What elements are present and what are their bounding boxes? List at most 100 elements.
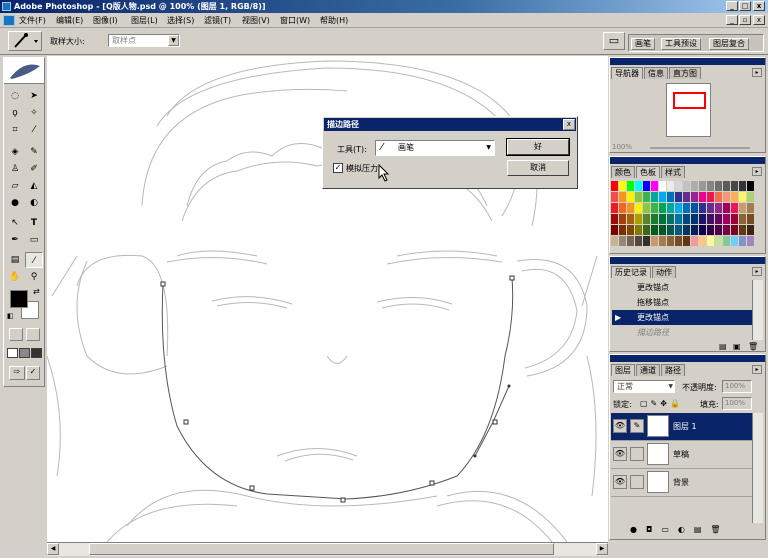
jump-to-imageready-icon[interactable]: ⇨	[9, 366, 25, 380]
doc-minimize-button[interactable]: _	[726, 15, 738, 25]
doc-close-button[interactable]: x	[753, 15, 765, 25]
scroll-thumb[interactable]	[89, 543, 554, 555]
layer-name[interactable]: 背景	[673, 469, 689, 497]
scroll-right-icon[interactable]: ▶	[596, 543, 608, 555]
color-swatch[interactable]	[699, 192, 706, 202]
color-swatch[interactable]	[611, 225, 618, 235]
tab-info[interactable]: 信息	[644, 67, 668, 79]
panel-titlebar[interactable]	[610, 58, 765, 65]
color-swatch[interactable]	[723, 181, 730, 191]
eye-icon[interactable]: 👁	[613, 475, 627, 489]
color-swatch[interactable]	[739, 203, 746, 213]
color-swatch[interactable]	[691, 203, 698, 213]
new-layer-icon[interactable]: ▤	[694, 525, 711, 534]
color-swatch[interactable]	[619, 214, 626, 224]
color-swatch[interactable]	[643, 214, 650, 224]
blur-tool-icon[interactable]: ●	[6, 195, 24, 211]
color-swatch[interactable]	[731, 192, 738, 202]
color-swatch[interactable]	[635, 203, 642, 213]
color-swatch[interactable]	[707, 236, 714, 246]
eyedropper-tool-icon[interactable]: ⁄	[25, 252, 43, 268]
color-swatch[interactable]	[731, 181, 738, 191]
type-tool-icon[interactable]: T	[25, 215, 43, 231]
color-swatch[interactable]	[619, 225, 626, 235]
full-screen-menu-mode-icon[interactable]	[19, 348, 30, 358]
color-swatch[interactable]	[715, 181, 722, 191]
panel-titlebar[interactable]	[610, 257, 765, 264]
history-item-selected[interactable]: ▶ 更改锚点	[612, 310, 755, 325]
tab-swatches[interactable]: 色板	[636, 166, 660, 178]
color-swatch[interactable]	[739, 236, 746, 246]
quick-mask-mode-icon[interactable]	[26, 328, 40, 341]
color-swatch[interactable]	[723, 236, 730, 246]
adobe-online-feather-icon[interactable]	[4, 58, 44, 84]
color-swatch[interactable]	[683, 192, 690, 202]
ok-button[interactable]: 好	[506, 138, 570, 156]
color-swatch[interactable]	[635, 225, 642, 235]
color-swatch[interactable]	[715, 192, 722, 202]
color-swatch[interactable]	[707, 181, 714, 191]
color-swatch[interactable]	[683, 214, 690, 224]
color-swatch[interactable]	[747, 214, 754, 224]
full-screen-mode-icon[interactable]	[31, 348, 42, 358]
color-swatch[interactable]	[651, 236, 658, 246]
color-swatch[interactable]	[635, 236, 642, 246]
pen-tool-icon[interactable]: ✒	[6, 232, 24, 248]
history-item-undone[interactable]: 描边路径	[612, 325, 755, 340]
eraser-tool-icon[interactable]: ▱	[6, 178, 24, 194]
color-swatch[interactable]	[715, 214, 722, 224]
color-swatch[interactable]	[691, 181, 698, 191]
layer-name[interactable]: 图层 1	[673, 413, 697, 441]
color-swatch[interactable]	[643, 236, 650, 246]
color-swatch[interactable]	[739, 192, 746, 202]
navigator-zoom-value[interactable]: 100%	[612, 143, 632, 151]
color-swatch[interactable]	[731, 214, 738, 224]
new-document-icon[interactable]: ▤	[719, 342, 727, 351]
color-swatch[interactable]	[635, 214, 642, 224]
palette-well-layer-comps[interactable]: 图层复合	[709, 38, 749, 50]
color-swatch[interactable]	[731, 225, 738, 235]
navigator-zoom-slider[interactable]	[650, 147, 750, 149]
tool-preset-picker[interactable]	[8, 31, 42, 51]
crop-tool-icon[interactable]: ⌗	[6, 122, 24, 138]
color-swatch[interactable]	[683, 225, 690, 235]
chevron-down-icon[interactable]: ▼	[168, 35, 179, 46]
menu-window[interactable]: 窗口(W)	[280, 15, 310, 26]
default-colors-icon[interactable]: ◧	[7, 312, 14, 320]
color-swatch[interactable]	[651, 192, 658, 202]
color-swatch[interactable]	[627, 181, 634, 191]
document-icon[interactable]	[3, 15, 15, 26]
layer-row[interactable]: 👁 背景	[611, 469, 754, 497]
color-swatch[interactable]	[707, 192, 714, 202]
color-swatch[interactable]	[699, 236, 706, 246]
color-swatch[interactable]	[643, 203, 650, 213]
brush-link-icon[interactable]: ✎	[630, 419, 644, 433]
color-swatch[interactable]	[611, 181, 618, 191]
color-swatch[interactable]	[739, 214, 746, 224]
color-swatch[interactable]	[635, 192, 642, 202]
doc-restore-button[interactable]: ▫	[739, 15, 751, 25]
layer-name[interactable]: 草稿	[673, 441, 689, 469]
menu-select[interactable]: 选择(S)	[167, 15, 194, 26]
lasso-tool-icon[interactable]: ϙ	[6, 105, 24, 121]
color-swatch[interactable]	[667, 181, 674, 191]
swap-colors-icon[interactable]: ⇄	[33, 287, 40, 296]
panel-titlebar[interactable]	[610, 355, 765, 362]
color-swatch[interactable]	[667, 214, 674, 224]
color-swatch[interactable]	[643, 225, 650, 235]
file-browser-icon[interactable]: ▭	[603, 32, 625, 50]
color-swatch[interactable]	[691, 214, 698, 224]
color-swatch[interactable]	[691, 225, 698, 235]
color-swatch[interactable]	[651, 225, 658, 235]
layer-mask-icon[interactable]: ◘	[646, 525, 661, 534]
horizontal-scrollbar[interactable]: ◀ ▶	[47, 542, 608, 556]
history-item[interactable]: 拖移锚点	[612, 295, 755, 310]
image-ready-icon[interactable]: ✓	[26, 366, 40, 380]
layer-style-icon[interactable]: ●	[630, 525, 646, 534]
hand-tool-icon[interactable]: ✋	[6, 269, 24, 285]
tool-select[interactable]: ⁄ 画笔 ▼	[375, 140, 495, 156]
new-snapshot-icon[interactable]: ▣	[733, 342, 741, 351]
eye-icon[interactable]: 👁	[613, 419, 627, 433]
color-swatch[interactable]	[659, 192, 666, 202]
color-swatch[interactable]	[723, 192, 730, 202]
